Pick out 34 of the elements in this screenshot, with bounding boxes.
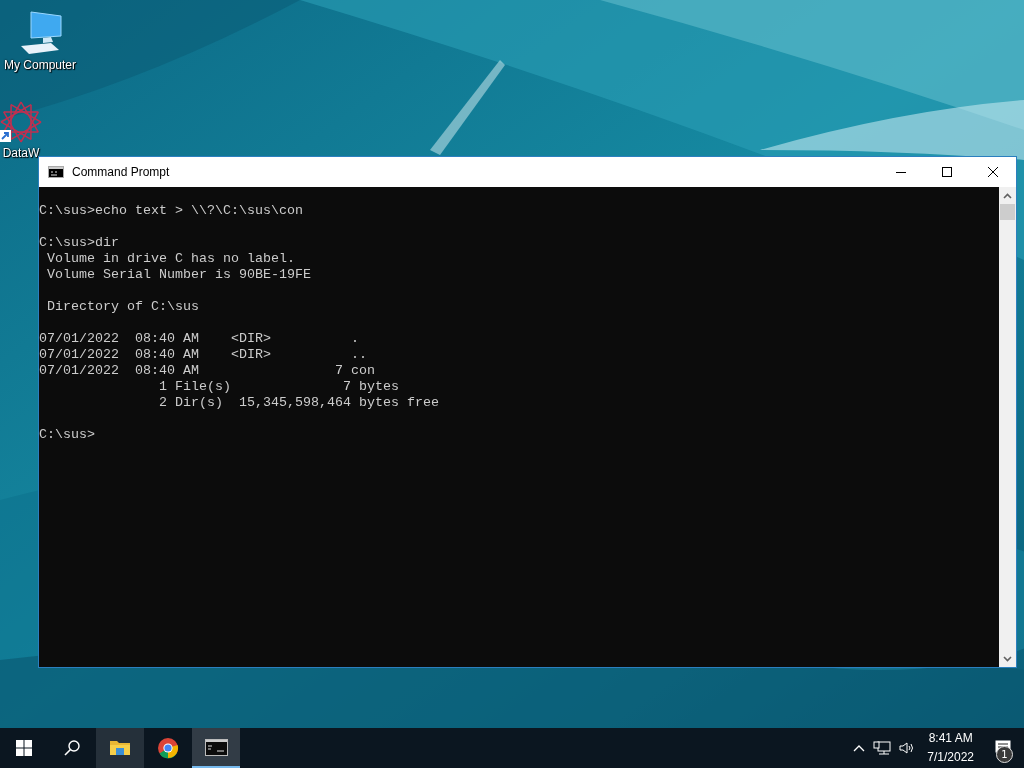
console-line: C:\sus> <box>39 427 95 443</box>
window-title: Command Prompt <box>72 165 171 179</box>
notification-badge: 1 <box>996 746 1013 763</box>
taskbar-app-button[interactable] <box>96 728 144 768</box>
close-icon <box>988 167 998 177</box>
console-line: Directory of C:\sus <box>46 299 199 315</box>
clock-time: 8:41 AM <box>928 730 973 747</box>
scroll-up-icon[interactable] <box>1003 192 1012 199</box>
chrome-icon <box>156 737 180 759</box>
scrollbar[interactable] <box>999 187 1016 667</box>
icon-label[interactable]: DataW <box>2 146 40 160</box>
scroll-down-icon[interactable] <box>1003 655 1012 662</box>
terminal-icon <box>48 166 64 178</box>
scroll-thumb[interactable] <box>1000 204 1015 220</box>
console-line: C:\sus>echo text > \\?\C:\sus\con <box>39 203 303 219</box>
clock-date: 7/1/2022 <box>927 749 974 766</box>
console-line: 07/01/2022 08:40 AM <DIR> .. <box>39 347 367 363</box>
console-line: 07/01/2022 08:40 AM <DIR> . <box>39 331 359 347</box>
icon-label[interactable]: My Computer <box>4 58 76 72</box>
speaker-icon[interactable] <box>899 741 916 755</box>
console-line: C:\sus>dir <box>39 235 119 251</box>
console-line: 2 Dir(s) 15,345,598,464 bytes free <box>157 395 439 411</box>
console-line: 1 File(s) 7 bytes <box>157 379 399 395</box>
maximize-icon <box>942 167 952 177</box>
console-line: Volume in drive C has no label. <box>46 251 295 267</box>
chevron-up-icon[interactable] <box>853 743 866 753</box>
windows-logo-icon <box>16 740 32 756</box>
taskbar-app-button[interactable] <box>192 728 240 768</box>
clock[interactable]: 8:41 AM 7/1/2022 <box>919 728 982 768</box>
terminal-icon <box>204 737 228 759</box>
search-icon <box>64 740 80 756</box>
console-line: Volume Serial Number is 90BE-19FE <box>46 267 311 283</box>
network-icon[interactable] <box>873 741 892 755</box>
console-line: 07/01/2022 08:40 AM 7 con <box>39 363 375 379</box>
